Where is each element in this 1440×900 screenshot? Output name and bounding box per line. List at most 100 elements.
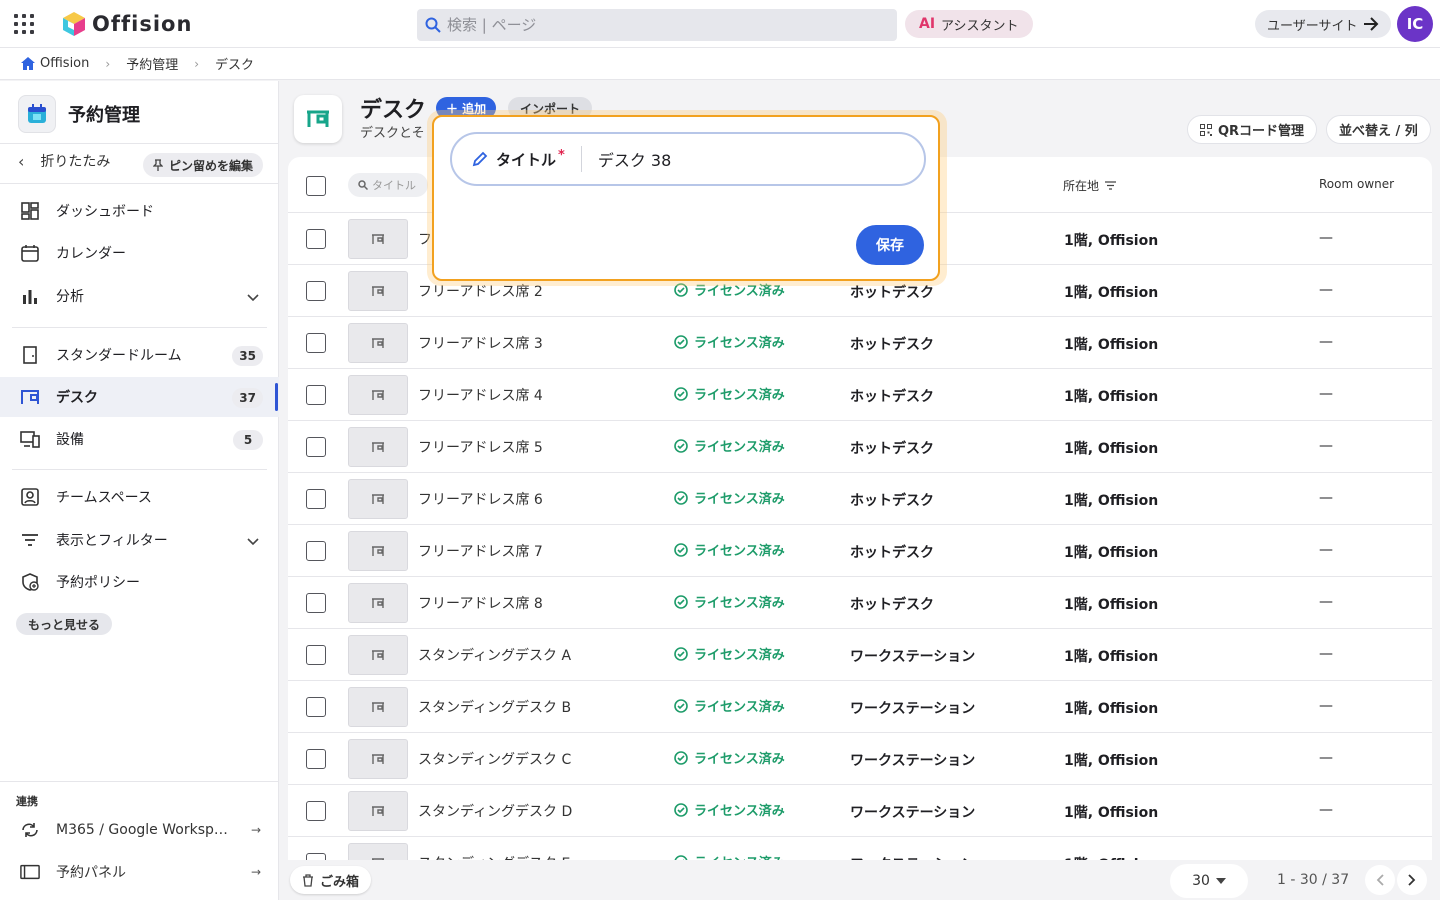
breadcrumb-current: デスク [215,58,255,73]
desk-location: 1階, Offision [1064,441,1159,457]
sidebar: 予約管理 ‹ 折りたたみ ピン留めを編集 ダッシュボード カレンダー 分析 スタ… [0,81,279,900]
table-row[interactable]: フリーアドレス席 3 ライセンス済み ホットデスク 1階, Offision — [288,317,1432,369]
sidebar-item-desks[interactable]: デスク 37 [0,377,279,417]
row-checkbox[interactable] [306,801,326,821]
row-checkbox[interactable] [306,853,326,860]
desk-title[interactable]: フリーアドレス席 6 [418,489,543,509]
desk-title[interactable]: フリーアドレス席 8 [418,593,543,613]
column-header-owner[interactable]: Room owner [1319,177,1394,191]
desk-title[interactable]: スタンディングデスク E [418,853,570,860]
license-status: ライセンス済み [674,800,785,819]
table-row[interactable]: フリーアドレス席 6 ライセンス済み ホットデスク 1階, Offision — [288,473,1432,525]
caret-down-icon [1215,878,1226,884]
desk-icon [372,597,384,608]
save-button[interactable]: 保存 [856,225,924,265]
sidebar-item-standard-rooms[interactable]: スタンダードルーム 35 [0,335,279,375]
trash-button[interactable]: ごみ箱 [290,866,372,894]
sidebar-item-view-filter[interactable]: 表示とフィルター [0,520,279,560]
app-launcher-icon[interactable] [14,14,34,34]
avatar[interactable]: IC [1397,6,1433,42]
desk-type: ワークステーション [850,805,976,821]
sort-columns-button[interactable]: 並べ替え / 列 [1326,115,1431,144]
search-input[interactable] [447,16,887,34]
row-checkbox[interactable] [306,385,326,405]
row-checkbox[interactable] [306,229,326,249]
desk-type: ホットデスク [850,597,934,613]
row-checkbox[interactable] [306,437,326,457]
trash-label: ごみ箱 [320,874,360,890]
row-checkbox[interactable] [306,281,326,301]
sidebar-item-analytics[interactable]: 分析 [0,276,279,316]
sidebar-item-booking-panel[interactable]: 予約パネル → [0,854,279,890]
row-checkbox[interactable] [306,489,326,509]
license-status: ライセンス済み [674,592,785,611]
license-status: ライセンス済み [674,384,785,403]
row-checkbox[interactable] [306,541,326,561]
desk-title[interactable]: フリーアドレス席 3 [418,333,543,353]
desk-page-icon [294,95,342,143]
sidebar-item-team-space[interactable]: チームスペース [0,477,279,517]
table-row[interactable]: フリーアドレス席 5 ライセンス済み ホットデスク 1階, Offision — [288,421,1432,473]
ai-assistant-button[interactable]: AI アシスタント [905,10,1033,38]
license-status: ライセンス済み [674,852,785,860]
collapse-button[interactable]: ‹ 折りたたみ [14,151,110,171]
table-row[interactable]: スタンディングデスク D ライセンス済み ワークステーション 1階, Offision… [288,785,1432,837]
table-row[interactable]: スタンディングデスク C ライセンス済み ワークステーション 1階, Offision… [288,733,1432,785]
edit-pins-button[interactable]: ピン留めを編集 [143,153,264,177]
title-field[interactable]: タイトル * [450,132,926,186]
breadcrumb-home[interactable]: Offision [20,56,89,71]
sidebar-item-calendar[interactable]: カレンダー [0,233,279,273]
desk-icon [372,493,384,504]
home-icon [21,57,35,70]
desk-title[interactable]: スタンディングデスク A [418,645,571,665]
column-header-location[interactable]: 所在地 [1063,177,1117,194]
row-checkbox[interactable] [306,593,326,613]
table-row[interactable]: スタンディングデスク A ライセンス済み ワークステーション 1階, Offision… [288,629,1432,681]
desk-title[interactable]: フリーアドレス席 7 [418,541,543,561]
desk-title[interactable]: フリーアドレス席 4 [418,385,543,405]
chevron-left-icon: ‹ [18,151,25,171]
search-box[interactable] [417,9,897,41]
chevron-down-icon [247,534,259,550]
row-checkbox[interactable] [306,645,326,665]
team-space-icon [20,487,40,507]
sidebar-item-m365-google[interactable]: M365 / Google Worksp… → [0,812,279,848]
row-checkbox[interactable] [306,749,326,769]
qr-code-button[interactable]: QRコード管理 [1187,115,1318,144]
row-checkbox[interactable] [306,697,326,717]
sidebar-item-booking-policy[interactable]: 予約ポリシー [0,562,279,602]
per-page-select[interactable]: 30 [1170,864,1248,898]
select-all-checkbox[interactable] [306,176,326,196]
row-checkbox[interactable] [306,333,326,353]
qr-code-label: QRコード管理 [1218,124,1305,139]
next-page-button[interactable] [1397,865,1427,895]
table-row[interactable]: スタンディングデスク B ライセンス済み ワークステーション 1階, Offision… [288,681,1432,733]
check-circle-icon [674,438,688,453]
arrow-right-icon: → [250,823,261,837]
user-site-button[interactable]: ユーザーサイト [1255,10,1392,38]
title-input[interactable] [597,149,878,169]
desk-title[interactable]: フリーアドレス席 5 [418,437,543,457]
prev-page-button[interactable] [1365,865,1395,895]
chevron-right-icon [1408,874,1416,886]
desk-title[interactable]: スタンディングデスク D [418,801,572,821]
panel-icon [20,862,40,882]
table-row[interactable]: スタンディングデスク Eライセンス済みワークステーション1階, Offision… [288,837,1432,860]
room-owner: — [1319,594,1333,610]
desk-thumbnail [348,739,408,779]
desk-title[interactable]: スタンディングデスク C [418,749,571,769]
show-more-button[interactable]: もっと見せる [16,613,113,635]
desk-location: 1階, Offision [1064,649,1159,665]
integrations-label: 連携 [16,795,38,808]
sidebar-item-equipment[interactable]: 設備 5 [0,419,279,459]
app-logo[interactable]: Offision [62,8,192,40]
qr-icon [1200,123,1212,136]
sidebar-item-dashboard[interactable]: ダッシュボード [0,191,279,231]
sidebar-item-label: スタンダードルーム [56,348,182,364]
title-filter-input[interactable]: タイトル [348,173,428,197]
table-row[interactable]: フリーアドレス席 8 ライセンス済み ホットデスク 1階, Offision — [288,577,1432,629]
breadcrumb-item[interactable]: 予約管理 [126,54,178,73]
table-row[interactable]: フリーアドレス席 4 ライセンス済み ホットデスク 1階, Offision — [288,369,1432,421]
table-row[interactable]: フリーアドレス席 7 ライセンス済み ホットデスク 1階, Offision — [288,525,1432,577]
desk-title[interactable]: スタンディングデスク B [418,697,571,717]
